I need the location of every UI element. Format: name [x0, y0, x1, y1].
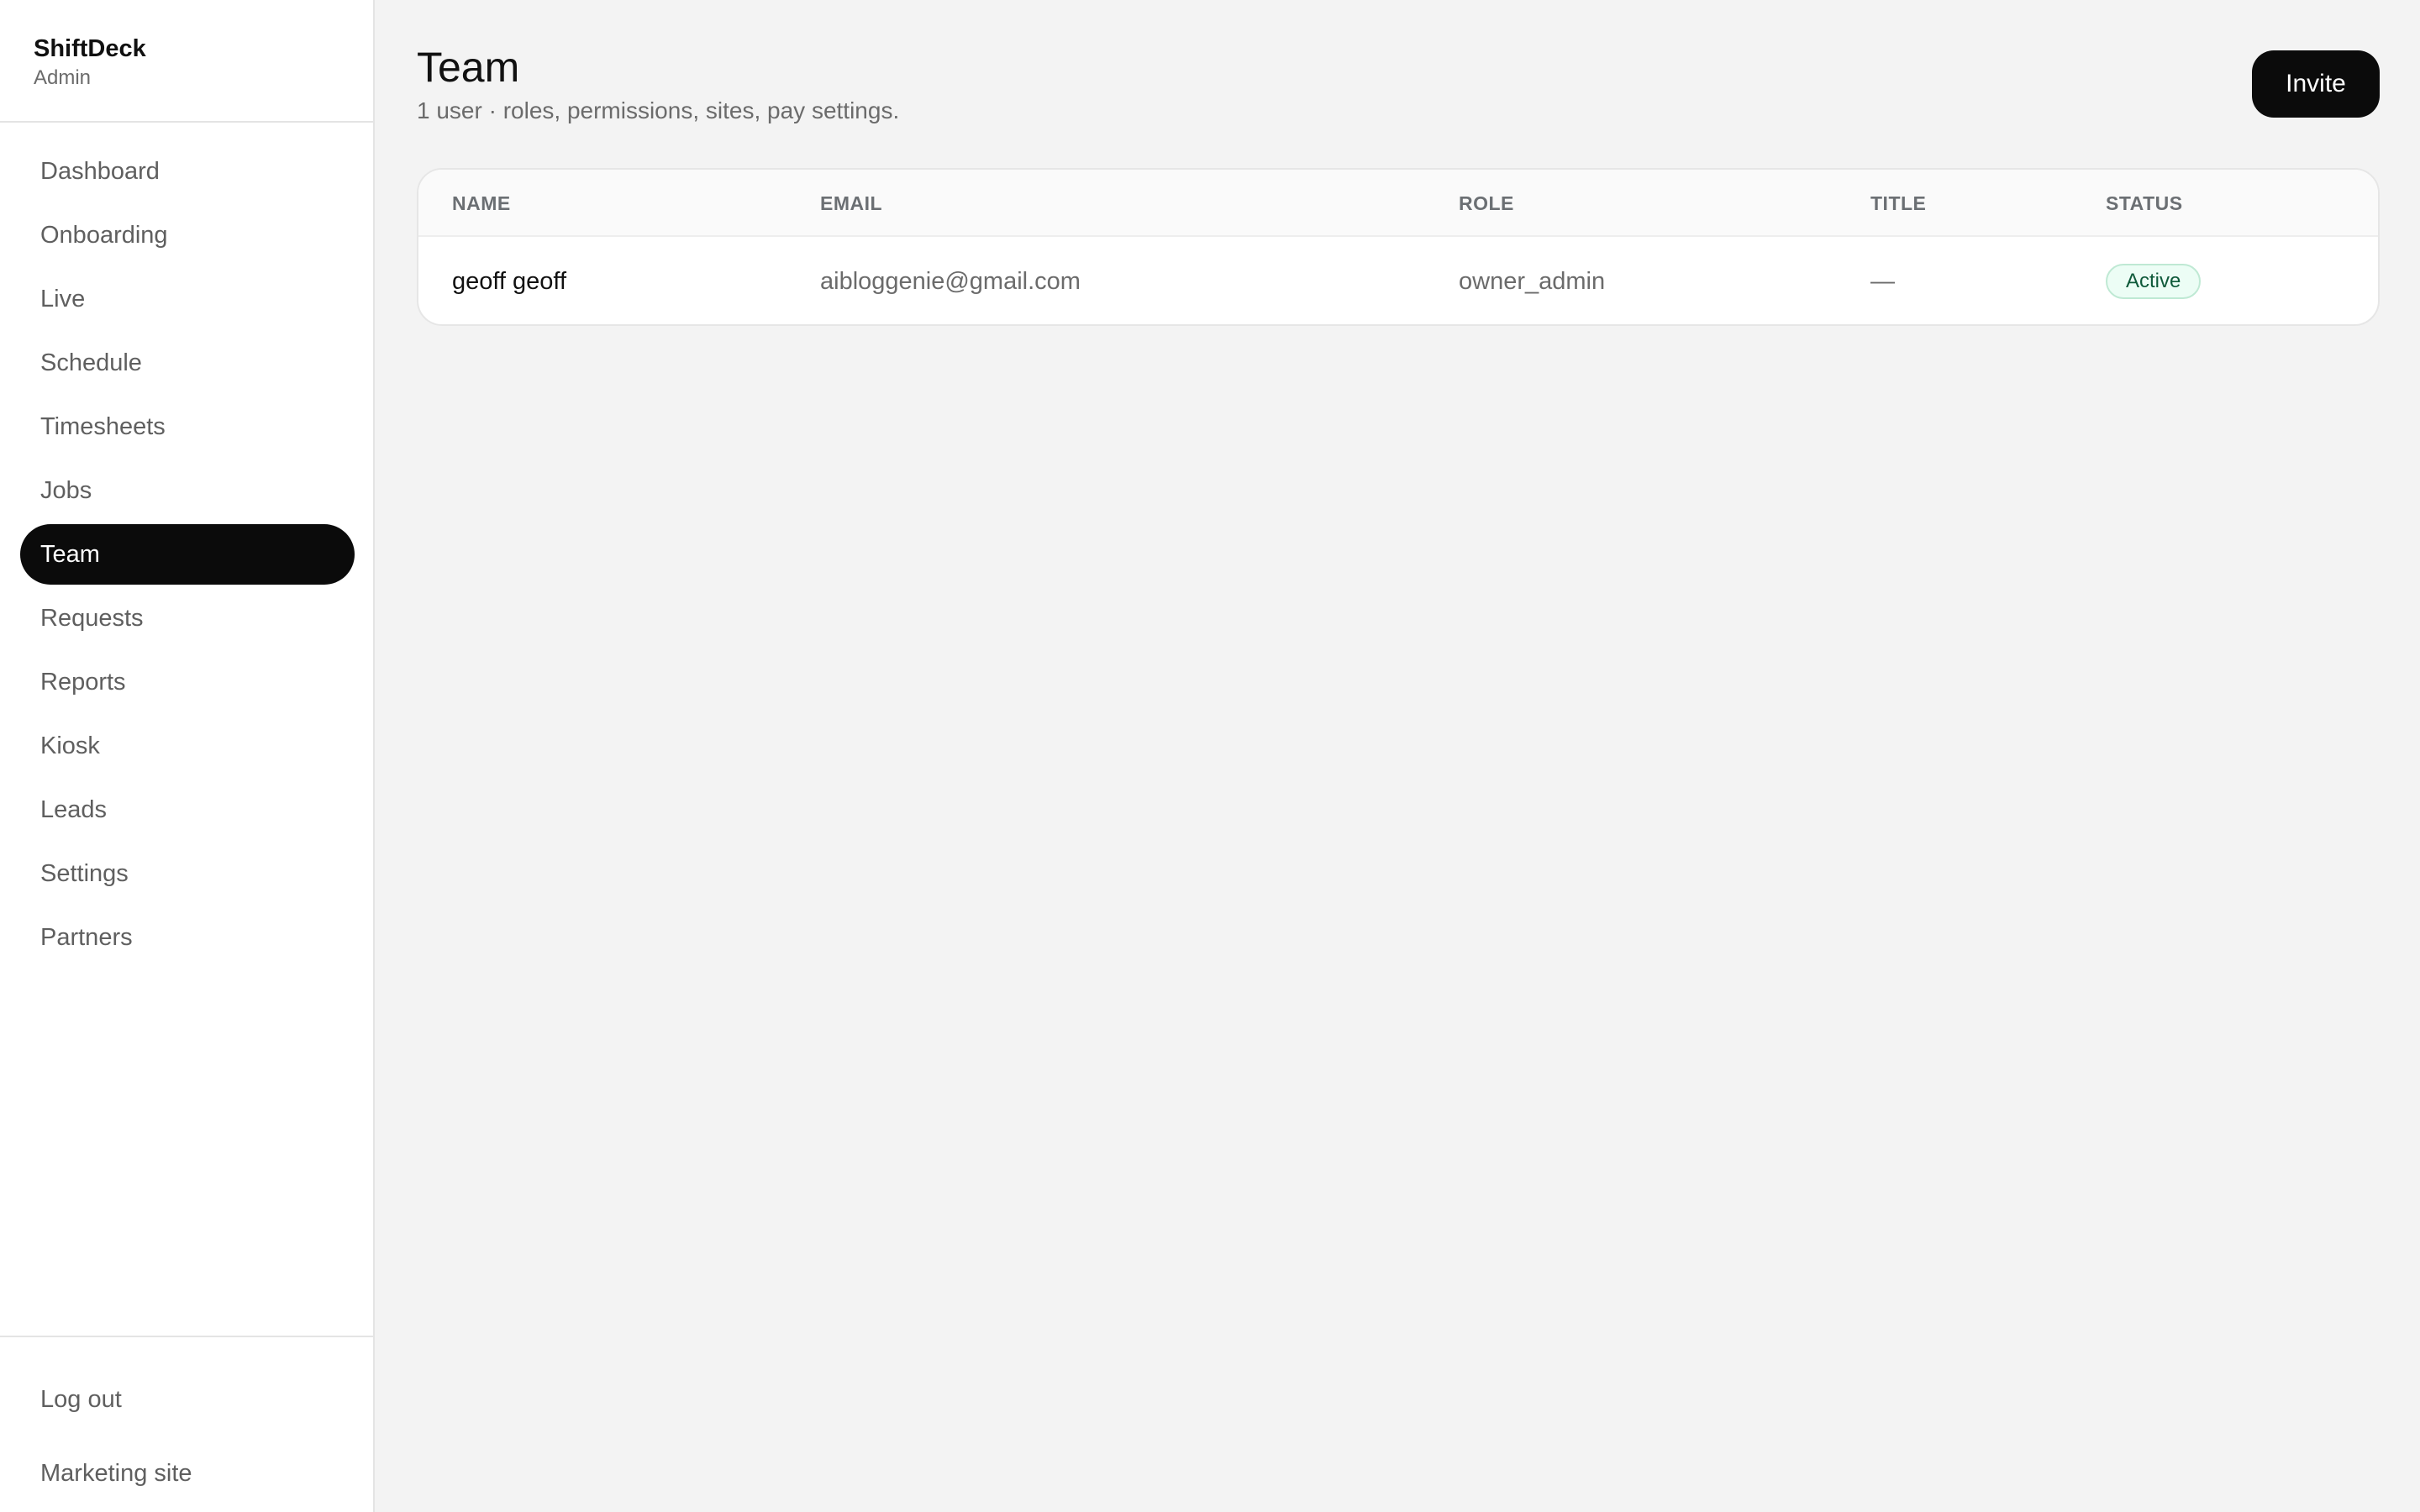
sidebar-item-requests[interactable]: Requests — [20, 588, 355, 648]
table-header: NAME EMAIL ROLE TITLE STATUS — [418, 170, 2378, 237]
sidebar-item-live[interactable]: Live — [20, 269, 355, 329]
sidebar-item-schedule[interactable]: Schedule — [20, 333, 355, 393]
app: ShiftDeck Admin Dashboard Onboarding Liv… — [0, 0, 2420, 1512]
brand-role: Admin — [34, 66, 92, 89]
brand: ShiftDeck Admin — [0, 0, 373, 123]
main-content: Team 1 user · roles, permissions, sites,… — [375, 0, 2420, 1512]
column-header-title: TITLE — [1870, 192, 1927, 214]
sidebar-item-team[interactable]: Team — [20, 524, 355, 585]
sidebar-item-dashboard[interactable]: Dashboard — [20, 141, 355, 202]
team-table: NAME EMAIL ROLE TITLE STATUS geoff geoff… — [417, 168, 2380, 326]
sidebar-item-kiosk[interactable]: Kiosk — [20, 716, 355, 776]
sidebar-item-leads[interactable]: Leads — [20, 780, 355, 840]
cell-name: geoff geoff — [452, 267, 567, 295]
column-header-email: EMAIL — [820, 192, 883, 214]
sidebar-item-timesheets[interactable]: Timesheets — [20, 396, 355, 457]
sidebar-item-reports[interactable]: Reports — [20, 652, 355, 712]
cell-title: — — [1870, 267, 1895, 295]
sidebar-item-onboarding[interactable]: Onboarding — [20, 205, 355, 265]
marketing-site-link[interactable]: Marketing site — [0, 1436, 373, 1510]
status-badge: Active — [2106, 264, 2202, 299]
page-subtitle: 1 user · roles, permissions, sites, pay … — [417, 97, 900, 123]
sidebar: ShiftDeck Admin Dashboard Onboarding Liv… — [0, 0, 375, 1512]
page-title: Team — [417, 44, 520, 91]
column-header-status: STATUS — [2106, 192, 2183, 214]
cell-email: aibloggenie@gmail.com — [820, 267, 1081, 295]
sidebar-footer: Log out Marketing site — [0, 1336, 373, 1512]
brand-name: ShiftDeck — [34, 35, 146, 62]
table-row[interactable]: geoff geoff aibloggenie@gmail.com owner_… — [418, 237, 2378, 324]
column-header-name: NAME — [452, 192, 511, 214]
cell-status: Active — [2106, 237, 2202, 324]
column-header-role: ROLE — [1459, 192, 1514, 214]
sidebar-item-partners[interactable]: Partners — [20, 907, 355, 968]
invite-button[interactable]: Invite — [2252, 50, 2380, 118]
sidebar-item-settings[interactable]: Settings — [20, 843, 355, 904]
logout-link[interactable]: Log out — [0, 1362, 373, 1436]
sidebar-nav: Dashboard Onboarding Live Schedule Times… — [20, 141, 355, 971]
cell-role: owner_admin — [1459, 267, 1606, 295]
sidebar-item-jobs[interactable]: Jobs — [20, 460, 355, 521]
